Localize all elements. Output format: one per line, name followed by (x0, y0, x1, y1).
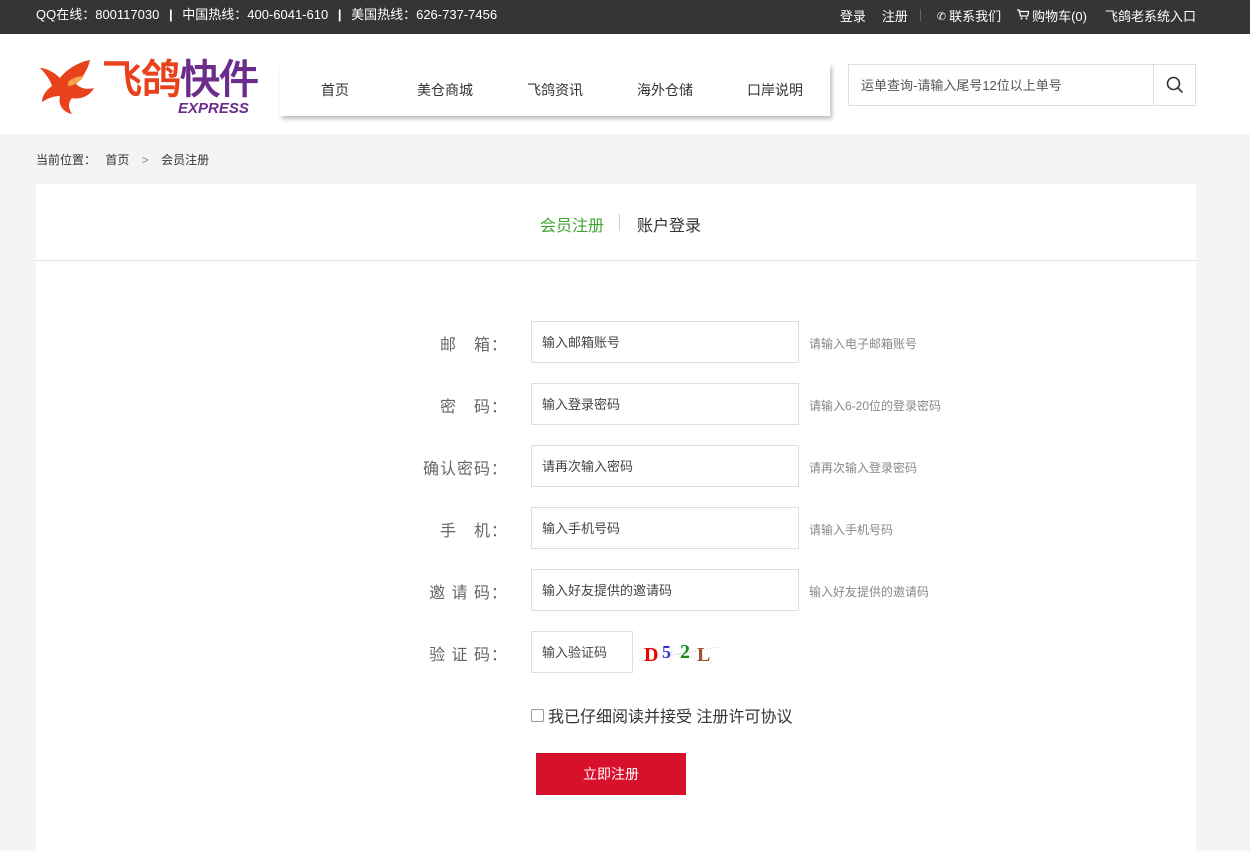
breadcrumb: 当前位置： 首页 > 会员注册 (36, 151, 209, 168)
password-field[interactable] (531, 383, 799, 425)
email-label: 邮 箱： (439, 337, 508, 354)
invite-code-hint: 输入好友提供的邀请码 (809, 585, 930, 599)
captcha-char: L (697, 644, 711, 666)
invite-code-label: 邀 请 码： (429, 585, 508, 602)
phone-hint: 请输入手机号码 (809, 523, 894, 537)
us-hotline: 美国热线：626-737-7456 (351, 7, 498, 22)
breadcrumb-home[interactable]: 首页 (105, 153, 129, 167)
cart-icon (1017, 2, 1030, 32)
agreement: 我已仔细阅读并接受 注册许可协议 (531, 703, 792, 727)
register-link[interactable]: 注册 (882, 0, 908, 34)
contact-info: QQ在线：800117030 | 中国热线：400-6041-610 | 美国热… (36, 0, 497, 34)
email-row: 邮 箱： 请输入电子邮箱账号 (36, 321, 1196, 363)
captcha-char: 5 (662, 642, 671, 662)
contact-label: 联系我们 (949, 9, 1002, 24)
nav-item-warehouse[interactable]: 海外仓储 (610, 64, 720, 116)
logo-wordmark: 飞鸽快件 (102, 58, 259, 102)
qq-online: QQ在线：800117030 (36, 7, 160, 22)
captcha-field[interactable] (531, 631, 633, 673)
phone-icon: ✆ (936, 11, 947, 23)
contact-link[interactable]: ✆ 联系我们 (937, 0, 1001, 34)
top-links: 登录 注册 ✆ 联系我们 购物车(0) 飞鸽老系统入口 (824, 0, 1196, 34)
main-nav: 首页 美仓商城 飞鸽资讯 海外仓储 口岸说明 (280, 64, 830, 116)
invite-code-row: 邀 请 码： 输入好友提供的邀请码 (36, 569, 1196, 611)
phone-field[interactable] (531, 507, 799, 549)
captcha-label: 验 证 码： (429, 647, 508, 664)
divider (919, 9, 921, 21)
agreement-text[interactable]: 我已仔细阅读并接受 注册许可协议 (548, 703, 792, 727)
agreement-checkbox[interactable] (531, 708, 544, 722)
captcha-row: 验 证 码： D 5 2 L (36, 631, 1196, 673)
logo-subtitle: EXPRESS (178, 100, 249, 117)
confirm-password-row: 确认密码： 请再次输入登录密码 (36, 445, 1196, 487)
email-hint: 请输入电子邮箱账号 (809, 337, 918, 351)
nav-item-port[interactable]: 口岸说明 (720, 64, 830, 116)
register-panel: 会员注册 账户登录 邮 箱： 请输入电子邮箱账号 密 码： 请输入6-20位的登… (36, 184, 1196, 851)
nav-item-home[interactable]: 首页 (280, 64, 390, 116)
captcha-char: 2 (680, 641, 690, 663)
logo-text-part1: 飞鸽 (102, 58, 181, 102)
old-system-link[interactable]: 飞鸽老系统入口 (1105, 0, 1196, 34)
register-submit-button[interactable]: 立即注册 (536, 753, 686, 795)
breadcrumb-current: 会员注册 (161, 153, 210, 167)
password-row: 密 码： 请输入6-20位的登录密码 (36, 383, 1196, 425)
confirm-password-label: 确认密码： (422, 461, 508, 478)
nav-item-mall[interactable]: 美仓商城 (390, 64, 500, 116)
confirm-password-field[interactable] (531, 445, 799, 487)
tab-login[interactable]: 账户登录 (637, 212, 701, 236)
tab-divider (619, 214, 620, 231)
captcha-char: D (644, 644, 659, 666)
phone-row: 手 机： 请输入手机号码 (36, 507, 1196, 549)
nav-item-news[interactable]: 飞鸽资讯 (500, 64, 610, 116)
search-button[interactable] (1153, 65, 1195, 105)
tab-register[interactable]: 会员注册 (540, 212, 604, 236)
separator: | (168, 7, 173, 22)
breadcrumb-separator: > (141, 153, 149, 167)
password-hint: 请输入6-20位的登录密码 (809, 399, 942, 413)
logo-text-part2: 快件 (180, 58, 259, 102)
cart-link[interactable]: 购物车(0) (1017, 0, 1087, 34)
separator: | (337, 7, 342, 22)
tracking-search-input[interactable] (849, 65, 1154, 105)
tracking-search (848, 64, 1196, 106)
auth-tabs: 会员注册 账户登录 (36, 184, 1196, 261)
search-icon (1166, 76, 1183, 94)
china-hotline: 中国热线：400-6041-610 (182, 7, 329, 22)
header: 飞鸽快件 EXPRESS 首页 美仓商城 飞鸽资讯 海外仓储 口岸说明 (0, 34, 1250, 134)
cart-label: 购物车(0) (1032, 9, 1087, 24)
captcha-image[interactable]: D 5 2 L (639, 641, 719, 667)
login-link[interactable]: 登录 (840, 0, 866, 34)
confirm-password-hint: 请再次输入登录密码 (809, 461, 918, 475)
invite-code-field[interactable] (531, 569, 799, 611)
email-field[interactable] (531, 321, 799, 363)
logo[interactable]: 飞鸽快件 EXPRESS (38, 56, 263, 118)
password-label: 密 码： (439, 399, 508, 416)
breadcrumb-label: 当前位置： (36, 153, 97, 167)
phoenix-logo-icon (40, 60, 94, 114)
phone-label: 手 机： (439, 523, 508, 540)
top-bar: QQ在线：800117030 | 中国热线：400-6041-610 | 美国热… (0, 0, 1250, 34)
